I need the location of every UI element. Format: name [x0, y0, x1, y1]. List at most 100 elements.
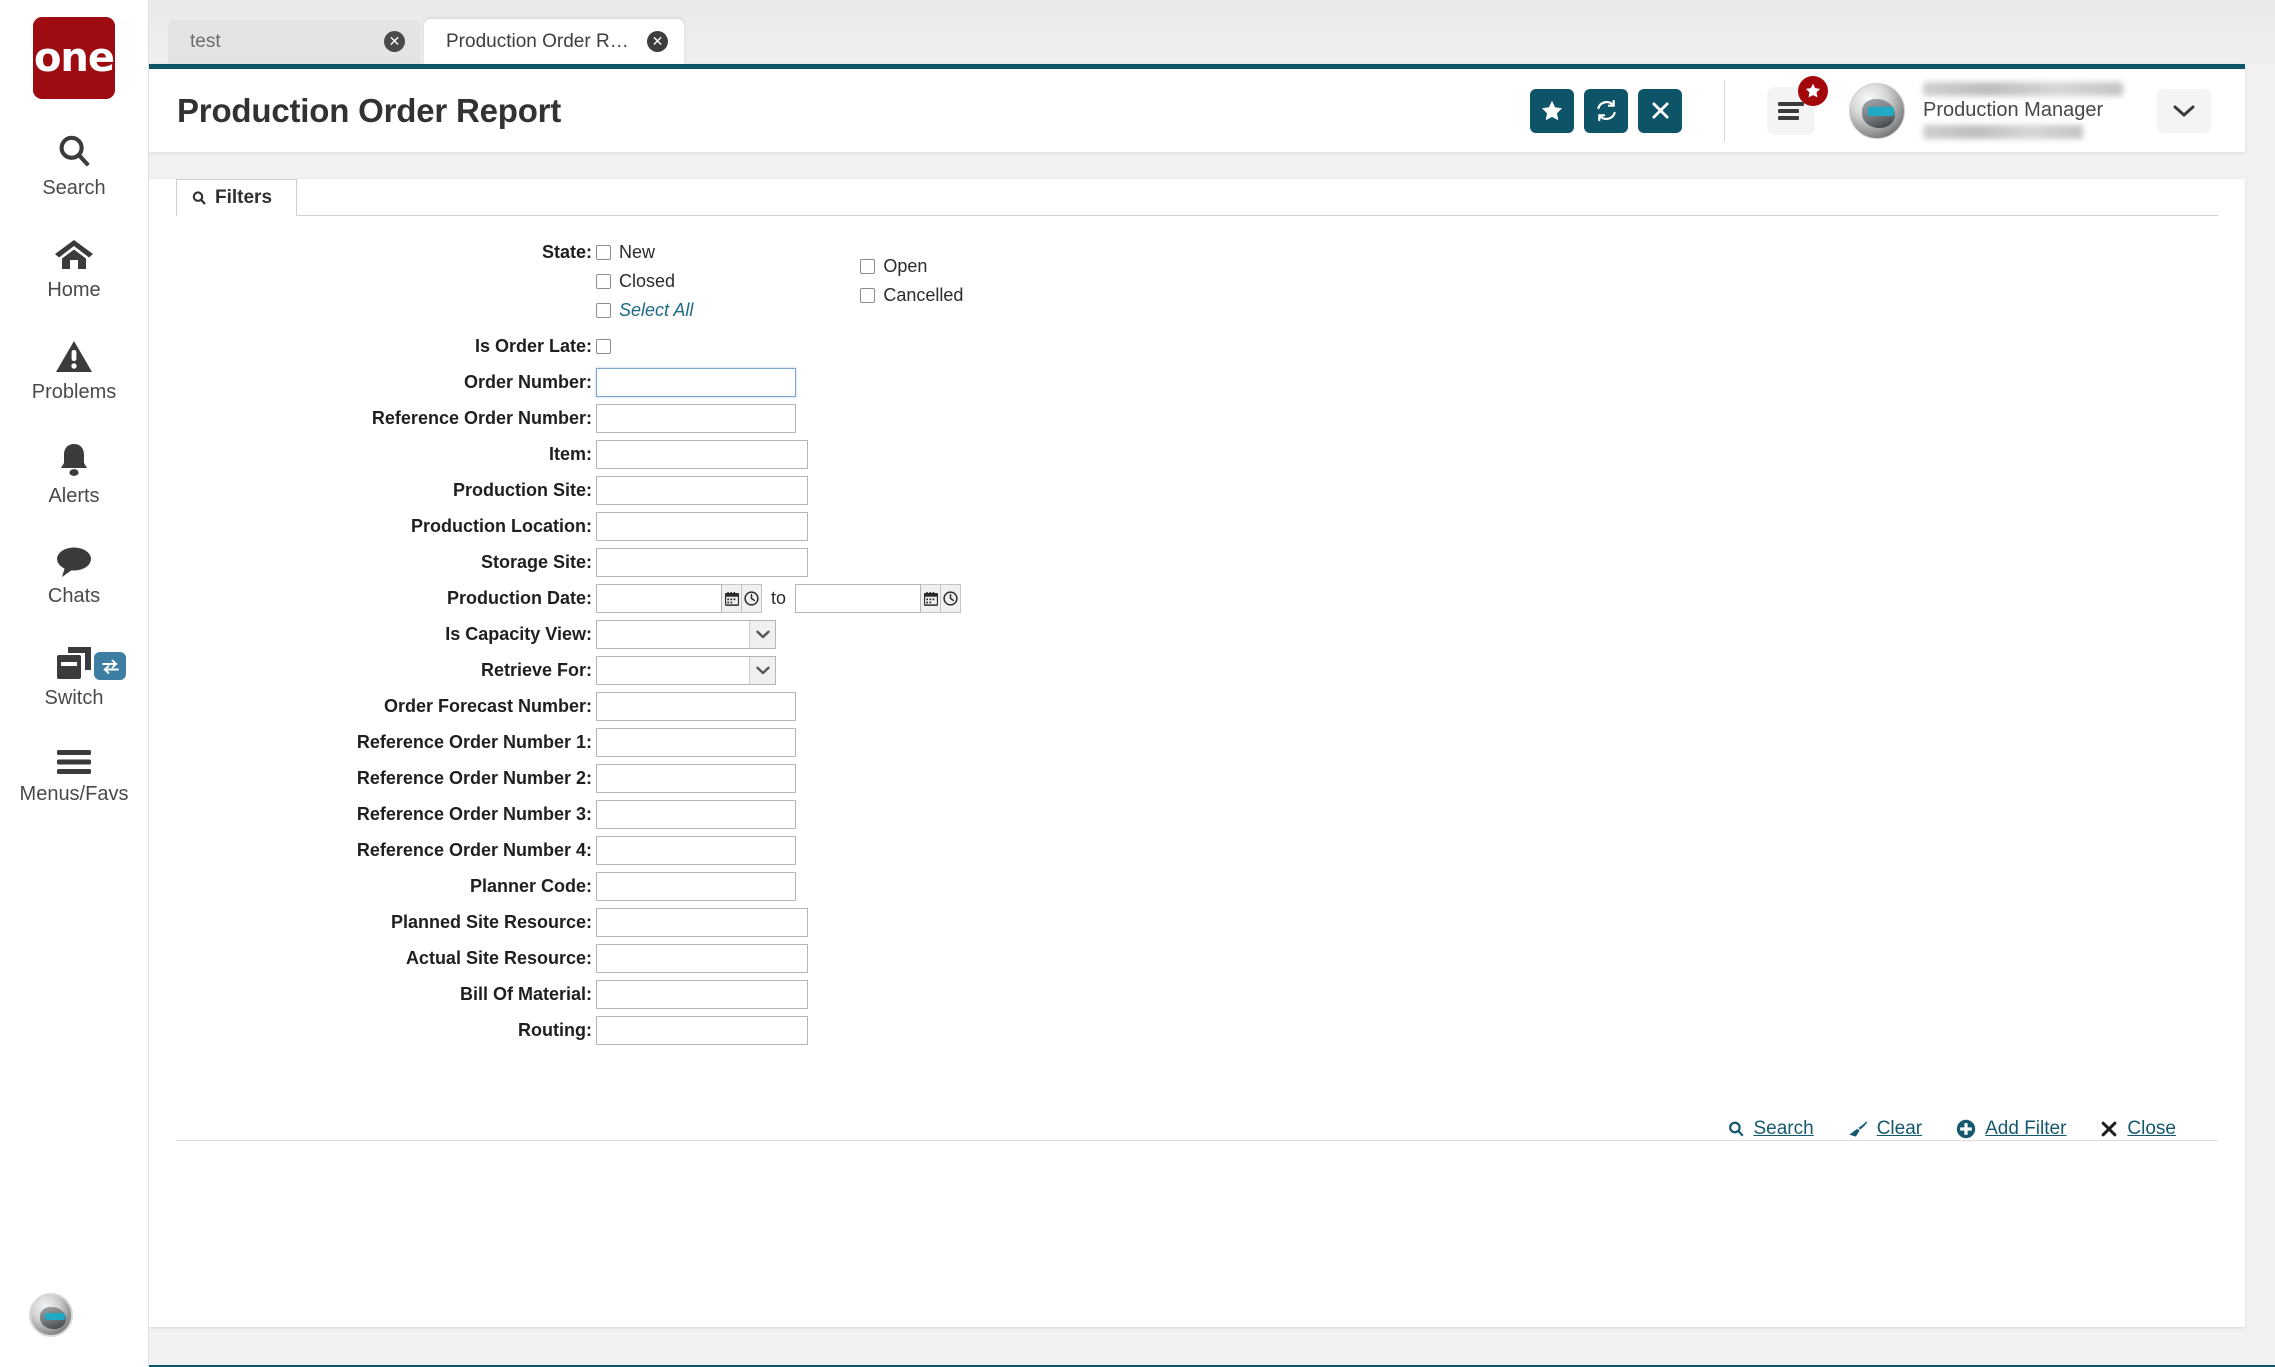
- user-text-block: Production Manager: [1923, 82, 2123, 139]
- calendar-icon[interactable]: [921, 584, 941, 613]
- checkbox-row[interactable]: [596, 332, 611, 360]
- clear-action[interactable]: Clear: [1848, 1118, 1922, 1140]
- app-root: one Search Home: [0, 0, 2275, 1367]
- field-control: [596, 908, 808, 937]
- app-menu-button[interactable]: [1767, 87, 1815, 135]
- clock-icon[interactable]: [742, 584, 762, 613]
- tab-filters[interactable]: Filters: [176, 179, 297, 216]
- checkbox-row[interactable]: Select All: [596, 296, 693, 324]
- close-circle-icon[interactable]: ✕: [384, 31, 405, 52]
- close-circle-icon[interactable]: ✕: [647, 31, 668, 52]
- sidebar-item-label: Problems: [32, 381, 116, 404]
- field-row-is-capacity-view: Is Capacity View:: [149, 620, 2245, 649]
- chevron-down-icon: [2173, 104, 2195, 118]
- checkbox-row[interactable]: Closed: [596, 267, 693, 295]
- tab-production-order-report[interactable]: Production Order Report ✕: [424, 19, 684, 64]
- sidebar-item-label: Chats: [48, 585, 100, 608]
- reference-order-number-2-input[interactable]: [596, 764, 796, 793]
- field-row-retrieve-for: Retrieve For:: [149, 656, 2245, 685]
- reference-order-number-1-input[interactable]: [596, 728, 796, 757]
- reference-order-number-input[interactable]: [596, 404, 796, 433]
- user-menu-toggle[interactable]: [2157, 89, 2211, 133]
- field-control: [596, 440, 808, 469]
- sidebar-item-home[interactable]: Home: [0, 238, 148, 302]
- avatar[interactable]: [29, 1293, 73, 1337]
- star-icon: [1798, 76, 1828, 106]
- field-label: Reference Order Number 1:: [149, 728, 596, 756]
- field-label: Reference Order Number:: [149, 404, 596, 432]
- planned-site-resource-input[interactable]: [596, 908, 808, 937]
- clear-action-label: Clear: [1877, 1118, 1922, 1140]
- is-capacity-view-select[interactable]: [596, 620, 776, 649]
- state-column-2: Open Cancelled: [860, 253, 963, 311]
- field-control: [596, 476, 808, 505]
- rail-items-list: Search Home: [0, 132, 148, 844]
- filters-panel: Filters State: New: [149, 179, 2245, 1327]
- field-row-reference-order-number-4: Reference Order Number 4:: [149, 836, 2245, 865]
- production-date-to-input[interactable]: [795, 584, 921, 613]
- field-label: Reference Order Number 4:: [149, 836, 596, 864]
- bill-of-material-input[interactable]: [596, 980, 808, 1009]
- sidebar-item-label: Search: [42, 177, 105, 200]
- reference-order-number-3-input[interactable]: [596, 800, 796, 829]
- filters-tabstrip: Filters: [176, 179, 2218, 216]
- order-forecast-number-input[interactable]: [596, 692, 796, 721]
- checkbox-open[interactable]: [860, 259, 875, 274]
- avatar[interactable]: [1849, 83, 1905, 139]
- field-label: Reference Order Number 2:: [149, 764, 596, 792]
- refresh-button[interactable]: [1584, 89, 1628, 133]
- user-profile[interactable]: Production Manager: [1849, 82, 2123, 139]
- production-location-input[interactable]: [596, 512, 808, 541]
- swap-arrows-icon[interactable]: [94, 652, 126, 680]
- checkbox-row[interactable]: New: [596, 238, 693, 266]
- sidebar-item-label: Switch: [45, 687, 104, 710]
- search-action[interactable]: Search: [1727, 1118, 1814, 1140]
- sidebar-item-menus-favs[interactable]: Menus/Favs: [0, 748, 148, 806]
- page-title: Production Order Report: [177, 92, 1530, 130]
- checkbox-label[interactable]: Select All: [619, 300, 693, 321]
- retrieve-for-select[interactable]: [596, 656, 776, 685]
- field-row-production-site: Production Site:: [149, 476, 2245, 505]
- close-action[interactable]: Close: [2100, 1118, 2176, 1140]
- state-checkbox-group: New Closed Select All: [596, 238, 963, 325]
- checkbox-label: New: [619, 242, 655, 263]
- checkbox-closed[interactable]: [596, 274, 611, 289]
- brand-logo[interactable]: one: [33, 17, 115, 99]
- x-icon: [2100, 1120, 2118, 1138]
- favorite-button[interactable]: [1530, 89, 1574, 133]
- clock-icon[interactable]: [941, 584, 961, 613]
- field-row-state: State: New Closed: [149, 238, 2245, 325]
- checkbox-label: Closed: [619, 271, 675, 292]
- calendar-icon[interactable]: [722, 584, 742, 613]
- tab-test[interactable]: test ✕: [168, 19, 421, 64]
- production-site-input[interactable]: [596, 476, 808, 505]
- reference-order-number-4-input[interactable]: [596, 836, 796, 865]
- sidebar-item-alerts[interactable]: Alerts: [0, 442, 148, 508]
- checkbox-select-all[interactable]: [596, 303, 611, 318]
- order-number-input[interactable]: [596, 368, 796, 397]
- sidebar-item-problems[interactable]: Problems: [0, 340, 148, 404]
- planner-code-input[interactable]: [596, 872, 796, 901]
- production-date-from-input[interactable]: [596, 584, 722, 613]
- sidebar-item-chats[interactable]: Chats: [0, 546, 148, 608]
- checkbox-is-order-late[interactable]: [596, 339, 611, 354]
- storage-site-input[interactable]: [596, 548, 808, 577]
- checkbox-cancelled[interactable]: [860, 288, 875, 303]
- checkbox-new[interactable]: [596, 245, 611, 260]
- checkbox-row[interactable]: Open: [860, 253, 963, 281]
- actual-site-resource-input[interactable]: [596, 944, 808, 973]
- sidebar-item-search[interactable]: Search: [0, 132, 148, 200]
- item-input[interactable]: [596, 440, 808, 469]
- field-label: Order Number:: [149, 368, 596, 396]
- routing-input[interactable]: [596, 1016, 808, 1045]
- add-filter-action[interactable]: Add Filter: [1956, 1118, 2066, 1140]
- field-label: Reference Order Number 3:: [149, 800, 596, 828]
- hamburger-icon: [55, 748, 93, 776]
- x-icon: [1651, 101, 1670, 120]
- checkbox-row[interactable]: Cancelled: [860, 282, 963, 310]
- filters-actions-bar: Search Clear: [176, 1093, 2218, 1141]
- user-name-redacted: [1923, 82, 2123, 96]
- sidebar-item-switch[interactable]: Switch: [0, 646, 148, 710]
- close-button[interactable]: [1638, 89, 1682, 133]
- browser-tabstrip: test ✕ Production Order Report ✕: [149, 0, 2275, 64]
